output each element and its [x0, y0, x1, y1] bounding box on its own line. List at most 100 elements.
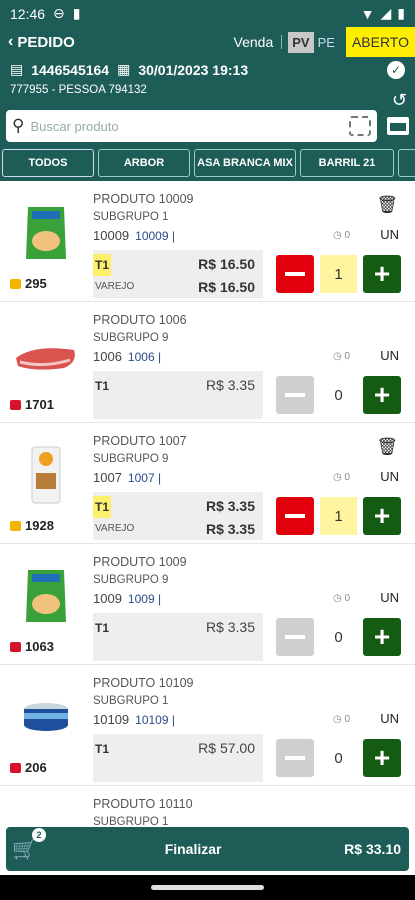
product-item[interactable]: PRODUTO 10110 SUBGRUPO 1 — [0, 786, 415, 825]
decrease-button[interactable] — [276, 739, 314, 777]
sync-icon: ⊖ — [53, 5, 65, 21]
finalize-bar[interactable]: 🛒 2 Finalizar R$ 33.10 — [6, 827, 409, 871]
stock-indicator: 206 — [10, 760, 47, 775]
pe-toggle[interactable]: PE — [318, 35, 335, 50]
order-datetime: 30/01/2023 19:13 — [138, 61, 249, 78]
product-image — [14, 443, 78, 507]
quantity-field[interactable]: 1 — [320, 255, 357, 293]
price-tier: T1 — [95, 742, 110, 756]
clock-count: 0 — [344, 351, 351, 362]
stock-count: 1063 — [25, 639, 54, 654]
price-box: T1 R$ 3.35 — [93, 613, 263, 661]
clock-indicator: ◷ 0 — [333, 230, 350, 241]
verified-check-icon[interactable]: ✓ — [387, 61, 405, 79]
unit-label[interactable]: UN — [380, 590, 399, 605]
decrease-button[interactable] — [276, 376, 314, 414]
navigation-bar — [0, 875, 415, 900]
quantity-field[interactable]: 1 — [320, 497, 357, 535]
clock-count: 0 — [344, 593, 351, 604]
price-tier: T1 — [95, 379, 110, 393]
product-barcode: 10009 | — [135, 229, 175, 243]
product-list: 295 PRODUTO 10009 SUBGRUPO 1 10009 10009 | ◷ … — [0, 181, 415, 825]
product-code: 10009 — [93, 228, 130, 243]
divider — [281, 35, 283, 49]
product-subgroup: SUBGRUPO 9 — [93, 332, 169, 344]
price-tier: T1 — [93, 496, 112, 518]
clock-icon: ◷ — [333, 351, 342, 362]
tab-barril-21[interactable]: BARRIL 21 — [300, 149, 394, 177]
store-icon[interactable] — [387, 117, 409, 135]
trash-icon[interactable]: 🗑 — [376, 437, 398, 457]
product-codes: 10009 10009 | — [93, 228, 175, 243]
quantity-field[interactable]: 0 — [320, 618, 357, 656]
qr-scan-icon[interactable] — [349, 116, 371, 136]
clock-icon: ◷ — [333, 230, 342, 241]
warehouse-icon — [10, 762, 21, 773]
trash-icon[interactable]: 🗑 — [376, 195, 398, 215]
unit-label[interactable]: UN — [380, 348, 399, 363]
quantity-field[interactable]: 0 — [320, 376, 357, 414]
product-item[interactable]: 295 PRODUTO 10009 SUBGRUPO 1 10009 10009 | ◷ … — [0, 181, 415, 302]
search-icon: ⚲ — [12, 116, 25, 135]
finalize-button[interactable]: Finalizar — [42, 841, 344, 857]
product-barcode: 1007 | — [127, 471, 162, 485]
warehouse-icon — [10, 278, 21, 289]
increase-button[interactable]: + — [363, 739, 401, 777]
page-title[interactable]: PEDIDO — [17, 34, 233, 51]
line-total: R$ 16.50 — [198, 279, 255, 295]
product-item[interactable]: 1928 PRODUTO 1007 SUBGRUPO 9 1007 1007 | ◷ 0 U… — [0, 423, 415, 544]
unit-label[interactable]: UN — [380, 227, 399, 242]
product-name: PRODUTO 1006 — [93, 313, 187, 327]
product-code: 10109 — [93, 712, 130, 727]
tab-arbor[interactable]: ARBOR — [98, 149, 190, 177]
unit-price: R$ 3.35 — [205, 619, 255, 635]
cart-icon[interactable]: 🛒 2 — [12, 827, 46, 862]
product-codes: 1009 1009 | — [93, 591, 161, 606]
unit-price: R$ 3.35 — [205, 498, 255, 514]
search-placeholder: Buscar produto — [30, 118, 119, 134]
back-arrow-icon[interactable]: ‹ — [8, 33, 13, 51]
app-bar: ‹ PEDIDO Venda PV PE ABERTO — [0, 27, 415, 57]
product-codes: 10109 10109 | — [93, 712, 175, 727]
stock-indicator: 1063 — [10, 639, 54, 654]
increase-button[interactable]: + — [363, 497, 401, 535]
unit-price: R$ 3.35 — [205, 377, 255, 393]
stock-count: 206 — [25, 760, 47, 775]
increase-button[interactable]: + — [363, 618, 401, 656]
home-indicator[interactable] — [151, 885, 264, 890]
client-name: 777955 - PESSOA 794132 — [10, 84, 147, 96]
stock-indicator: 1928 — [10, 518, 54, 533]
card-icon: ▤ — [10, 61, 24, 77]
product-barcode: 10109 | — [135, 713, 175, 727]
product-name: PRODUTO 10109 — [93, 676, 194, 690]
product-image — [14, 685, 78, 749]
decrease-button[interactable] — [276, 497, 314, 535]
calendar-icon: ▦ — [117, 61, 131, 77]
product-subgroup: SUBGRUPO 1 — [93, 816, 169, 825]
history-icon[interactable]: ↺ — [392, 90, 407, 111]
decrease-button[interactable] — [276, 255, 314, 293]
unit-price: R$ 57.00 — [198, 740, 255, 756]
increase-button[interactable]: + — [363, 255, 401, 293]
pv-toggle[interactable]: PV — [288, 31, 314, 53]
clock-indicator: ◷ 0 — [333, 472, 350, 483]
tab-asa-branca-mix[interactable]: ASA BRANCA MIX — [194, 149, 296, 177]
increase-button[interactable]: + — [363, 376, 401, 414]
unit-label[interactable]: UN — [380, 469, 399, 484]
price-tier: T1 — [93, 254, 112, 276]
product-image — [14, 201, 78, 265]
clock-icon: ◷ — [333, 593, 342, 604]
decrease-button[interactable] — [276, 618, 314, 656]
product-subgroup: SUBGRUPO 9 — [93, 574, 169, 586]
quantity-field[interactable]: 0 — [320, 739, 357, 777]
product-item[interactable]: 206 PRODUTO 10109 SUBGRUPO 1 10109 10109 | ◷ … — [0, 665, 415, 786]
unit-label[interactable]: UN — [380, 711, 399, 726]
price-box: T1 R$ 16.50 VAREJO R$ 16.50 — [93, 250, 263, 298]
product-name: PRODUTO 1007 — [93, 434, 187, 448]
tab-todos[interactable]: TODOS — [2, 149, 94, 177]
cart-count-badge: 2 — [32, 827, 46, 842]
product-item[interactable]: 1701 PRODUTO 1006 SUBGRUPO 9 1006 1006 | ◷ 0 U… — [0, 302, 415, 423]
tab-more[interactable] — [398, 149, 415, 177]
product-item[interactable]: 1063 PRODUTO 1009 SUBGRUPO 9 1009 1009 | ◷ 0 U… — [0, 544, 415, 665]
search-input[interactable]: ⚲ Buscar produto — [6, 110, 377, 142]
